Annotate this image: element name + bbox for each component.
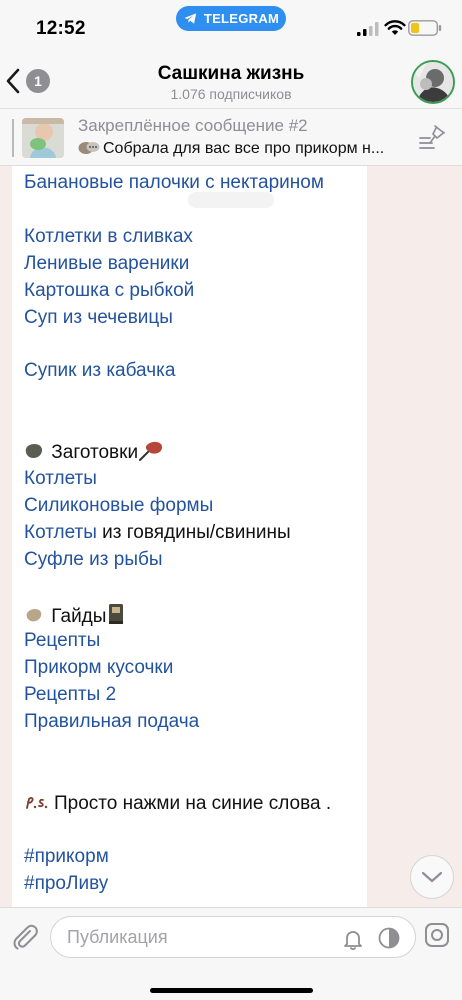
subscriber-count: 1.076 подписчиков [170,86,292,102]
back-chevron-icon [6,68,20,94]
section-preparations: Заготовки [24,441,164,464]
beef-pork-cutlets-row: Котлеты из говядины/свинины [24,522,291,544]
link-cutlets[interactable]: Котлеты [24,468,97,490]
telegram-return-pill[interactable]: TELEGRAM [176,6,286,31]
unread-count-badge: 1 [26,69,50,93]
link-finger-food[interactable]: Прикорм кусочки [24,657,173,679]
pinned-text-row: Собрала для вас все про прикорм н... [78,140,426,158]
composer-bar [0,907,462,1000]
paperclip-icon[interactable] [10,922,40,952]
link-cutlets-in-cream[interactable]: Котлетки в сливках [24,226,193,248]
scroll-down-button[interactable] [410,855,454,899]
silent-icon[interactable] [377,926,401,950]
red-brush-icon [139,441,163,461]
pinned-text: Собрала для вас все про прикорм н... [103,140,385,157]
channel-avatar[interactable] [411,60,455,104]
pinned-indicator [12,119,14,157]
section-preparations-label: Заготовки [51,442,139,463]
link-recipes[interactable]: Рецепты [24,630,100,652]
section-guides: Гайды [24,603,126,628]
dark-blob-icon [25,443,43,459]
home-indicator [150,988,313,993]
avatar-image [413,62,453,102]
camera-icon[interactable] [424,922,450,948]
speech-bubble-icon [78,142,100,154]
link-lazy-dumplings[interactable]: Ленивые вареники [24,253,189,275]
book-icon [109,604,124,624]
link-lentil-soup[interactable]: Суп из чечевицы [24,307,173,329]
message-input-box[interactable] [50,916,416,958]
beige-blob-icon [26,608,42,622]
ps-handwritten-icon [26,797,48,809]
telegram-icon [184,13,196,24]
chevron-down-icon [421,871,443,883]
status-time: 12:52 [36,18,86,39]
ps-note: Просто нажми на синие слова . [24,792,331,815]
link-recipes-2[interactable]: Рецепты 2 [24,684,116,706]
link-proper-serving[interactable]: Правильная подача [24,711,199,733]
status-bar: 12:52 TELEGRAM [0,0,462,56]
signal-icon [357,22,379,36]
chat-header: 1 Сашкина жизнь 1.076 подписчиков [0,56,462,108]
link-cutlets-beef[interactable]: Котлеты [24,522,97,543]
telegram-pill-label: TELEGRAM [203,11,280,26]
link-silicone-molds[interactable]: Силиконовые формы [24,495,213,517]
channel-title[interactable]: Сашкина жизнь [90,63,372,85]
pinned-thumbnail [22,118,64,158]
pinned-list-icon[interactable] [418,124,446,150]
beef-pork-text: из говядины/свинины [96,522,291,543]
pinned-thumbnail-image [22,118,64,158]
link-potato-with-fish[interactable]: Картошка с рыбкой [24,280,194,302]
date-pill-ghost [188,192,274,208]
bell-icon[interactable] [341,927,365,951]
link-banana-sticks[interactable]: Банановые палочки с нектарином [24,172,324,194]
ps-note-text: Просто нажми на синие слова . [54,793,332,814]
hashtag-feeding[interactable]: #прикорм [24,846,109,868]
link-fish-souffle[interactable]: Суфле из рыбы [24,549,163,571]
section-guides-label: Гайды [51,606,107,627]
pinned-message-bar[interactable]: Закреплённое сообщение #2 Собрала для ва… [0,108,462,166]
message-input[interactable] [65,926,329,949]
back-button[interactable]: 1 [6,66,56,96]
link-zucchini-soup[interactable]: Супик из кабачка [24,360,175,382]
hashtag-pro-liva[interactable]: #проЛиву [24,873,108,895]
battery-icon [408,20,442,36]
wifi-icon [384,20,406,35]
pinned-title: Закреплённое сообщение #2 [78,116,308,135]
